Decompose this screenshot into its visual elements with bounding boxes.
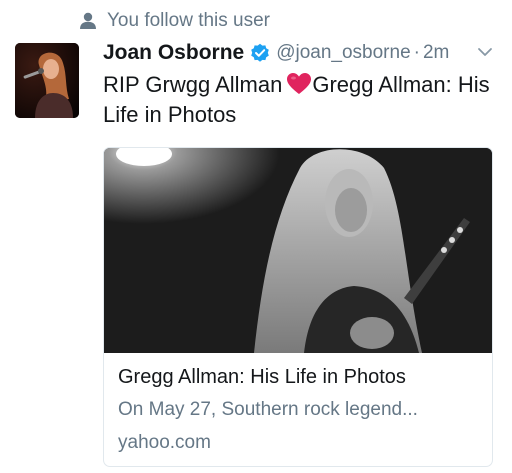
- tweet-text-part1: RIP Grwgg Allman: [103, 72, 283, 97]
- card-domain: yahoo.com: [118, 432, 211, 453]
- social-context-text: You follow this user: [107, 10, 271, 31]
- person-icon: [78, 11, 98, 31]
- tweet-header: Joan Osborne @joan_osborne · 2m: [103, 38, 494, 68]
- user-handle[interactable]: @joan_osborne: [276, 42, 410, 64]
- card-photo: [104, 148, 492, 353]
- avatar[interactable]: [15, 43, 79, 118]
- card-title: Gregg Allman: His Life in Photos: [118, 366, 406, 388]
- link-card[interactable]: Gregg Allman: His Life in Photos On May …: [103, 147, 493, 467]
- social-context: You follow this user: [78, 8, 270, 34]
- card-description: On May 27, Southern rock legend...: [118, 399, 418, 420]
- separator-dot: ·: [413, 42, 420, 63]
- tweet-text: RIP Grwgg Allman Gregg Allman: His Life …: [103, 70, 498, 130]
- display-name[interactable]: Joan Osborne: [103, 41, 244, 65]
- chevron-down-icon[interactable]: [476, 43, 494, 61]
- tweet-timestamp[interactable]: 2m: [423, 42, 449, 64]
- red-heart-icon: [287, 73, 312, 94]
- verified-badge-icon: [251, 43, 270, 62]
